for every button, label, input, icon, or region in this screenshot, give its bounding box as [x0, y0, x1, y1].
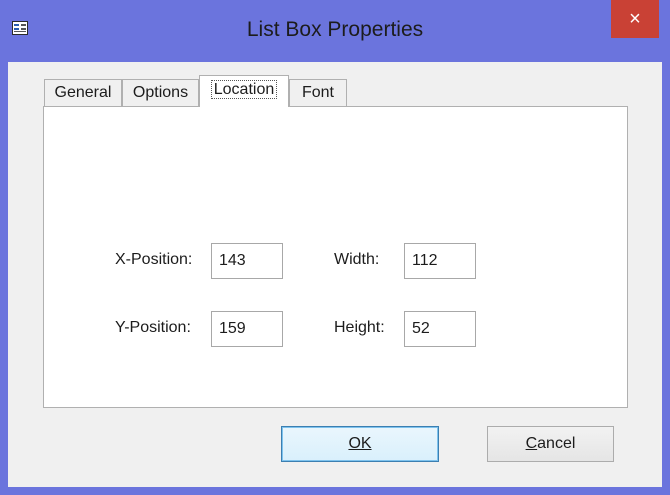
tab-font[interactable]: Font — [289, 79, 347, 106]
ok-button-label: OK — [348, 435, 372, 452]
height-label: Height: — [334, 319, 385, 336]
tab-options[interactable]: Options — [122, 79, 199, 106]
width-field[interactable]: 112 — [404, 243, 476, 279]
window-title: List Box Properties — [246, 18, 424, 41]
close-button[interactable]: × — [611, 0, 659, 38]
height-field[interactable]: 52 — [404, 311, 476, 347]
tab-location-label: Location — [210, 80, 278, 99]
dialog-client-area: General Options Location Font X-Position… — [8, 62, 662, 487]
x-position-label: X-Position: — [115, 251, 193, 268]
title-bar[interactable]: List Box Properties × — [0, 0, 670, 62]
ok-button[interactable]: OK — [281, 426, 439, 462]
close-icon: × — [629, 8, 641, 30]
y-position-label: Y-Position: — [115, 319, 191, 336]
tab-general[interactable]: General — [44, 79, 122, 106]
x-position-field[interactable]: 143 — [211, 243, 283, 279]
dialog-window: List Box Properties × General Options Lo… — [0, 0, 670, 495]
y-position-field[interactable]: 159 — [211, 311, 283, 347]
cancel-button[interactable]: Cancel — [487, 426, 614, 462]
cancel-button-label: Cancel — [525, 435, 576, 452]
tab-location[interactable]: Location — [199, 75, 289, 107]
location-panel: X-Position: 143 Width: 112 Y-Position: 1… — [43, 106, 628, 408]
width-label: Width: — [334, 251, 380, 268]
